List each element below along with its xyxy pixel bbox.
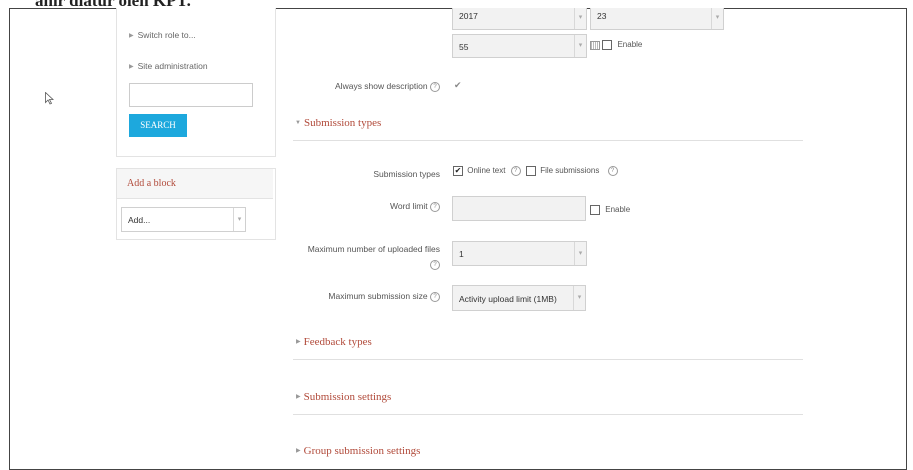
- max-size-label: Maximum submission size ?: [300, 291, 440, 302]
- file-submissions-checkbox[interactable]: [525, 166, 536, 176]
- year-select[interactable]: 2017 ▾: [452, 8, 587, 30]
- chevron-down-icon: ▾: [574, 8, 586, 29]
- calendar-icon[interactable]: [590, 40, 600, 50]
- help-icon[interactable]: ?: [430, 81, 440, 92]
- section-submission-settings[interactable]: ▶ Submission settings: [296, 391, 391, 403]
- triangle-right-icon: ▶: [296, 339, 301, 345]
- submission-types-label: Submission types: [373, 169, 440, 179]
- date-enable-checkbox[interactable]: [602, 40, 613, 50]
- divider: [293, 359, 803, 360]
- triangle-right-icon: ▶: [129, 64, 134, 70]
- help-icon[interactable]: ?: [510, 166, 521, 176]
- help-icon[interactable]: ?: [430, 201, 440, 212]
- triangle-right-icon: ▶: [296, 394, 301, 400]
- chevron-down-icon: ▾: [711, 8, 723, 29]
- date-enable-group: Enable: [590, 40, 642, 50]
- always-show-description-checkbox[interactable]: ✔: [454, 80, 462, 91]
- chevron-down-icon: ▾: [574, 242, 586, 265]
- add-block-select[interactable]: Add... ▾: [121, 207, 246, 232]
- submission-types-options: ✔ Online text ? File submissions ?: [453, 166, 618, 176]
- max-files-label: Maximum number of uploaded files: [307, 244, 440, 254]
- nav-item-site-administration[interactable]: ▶ Site administration: [129, 61, 208, 71]
- minute-select[interactable]: 55 ▾: [452, 34, 587, 58]
- section-submission-types[interactable]: ▼ Submission types: [295, 117, 381, 129]
- mouse-cursor-icon: [45, 92, 54, 105]
- add-block-title: Add a block: [127, 178, 176, 189]
- divider: [293, 140, 803, 141]
- help-icon[interactable]: ?: [430, 291, 440, 302]
- triangle-down-icon: ▼: [295, 120, 301, 126]
- always-show-description-label: Always show description ?: [300, 81, 440, 92]
- divider: [293, 414, 803, 415]
- nav-item-switch-role[interactable]: ▶ Switch role to...: [129, 30, 196, 40]
- chevron-down-icon: ▾: [233, 208, 245, 231]
- max-files-select[interactable]: 1 ▾: [452, 241, 587, 266]
- word-limit-enable-group: Enable: [590, 205, 630, 215]
- section-feedback-types[interactable]: ▶ Feedback types: [296, 336, 372, 348]
- triangle-right-icon: ▶: [296, 448, 301, 454]
- help-icon[interactable]: ?: [430, 259, 440, 270]
- online-text-checkbox[interactable]: ✔: [453, 166, 463, 176]
- search-button[interactable]: SEARCH: [129, 114, 187, 137]
- word-limit-label: Word limit ?: [300, 201, 440, 212]
- chevron-down-icon: ▾: [574, 35, 586, 57]
- help-icon[interactable]: ?: [607, 166, 618, 176]
- word-limit-input[interactable]: [452, 196, 586, 221]
- search-input[interactable]: [129, 83, 253, 107]
- max-size-select[interactable]: Activity upload limit (1MB) ▾: [452, 285, 586, 311]
- word-limit-enable-checkbox[interactable]: [590, 205, 600, 215]
- triangle-right-icon: ▶: [129, 33, 134, 39]
- section-group-submission-settings[interactable]: ▶ Group submission settings: [296, 445, 420, 457]
- day-select[interactable]: 23 ▾: [590, 8, 724, 30]
- chevron-down-icon: ▾: [573, 286, 585, 310]
